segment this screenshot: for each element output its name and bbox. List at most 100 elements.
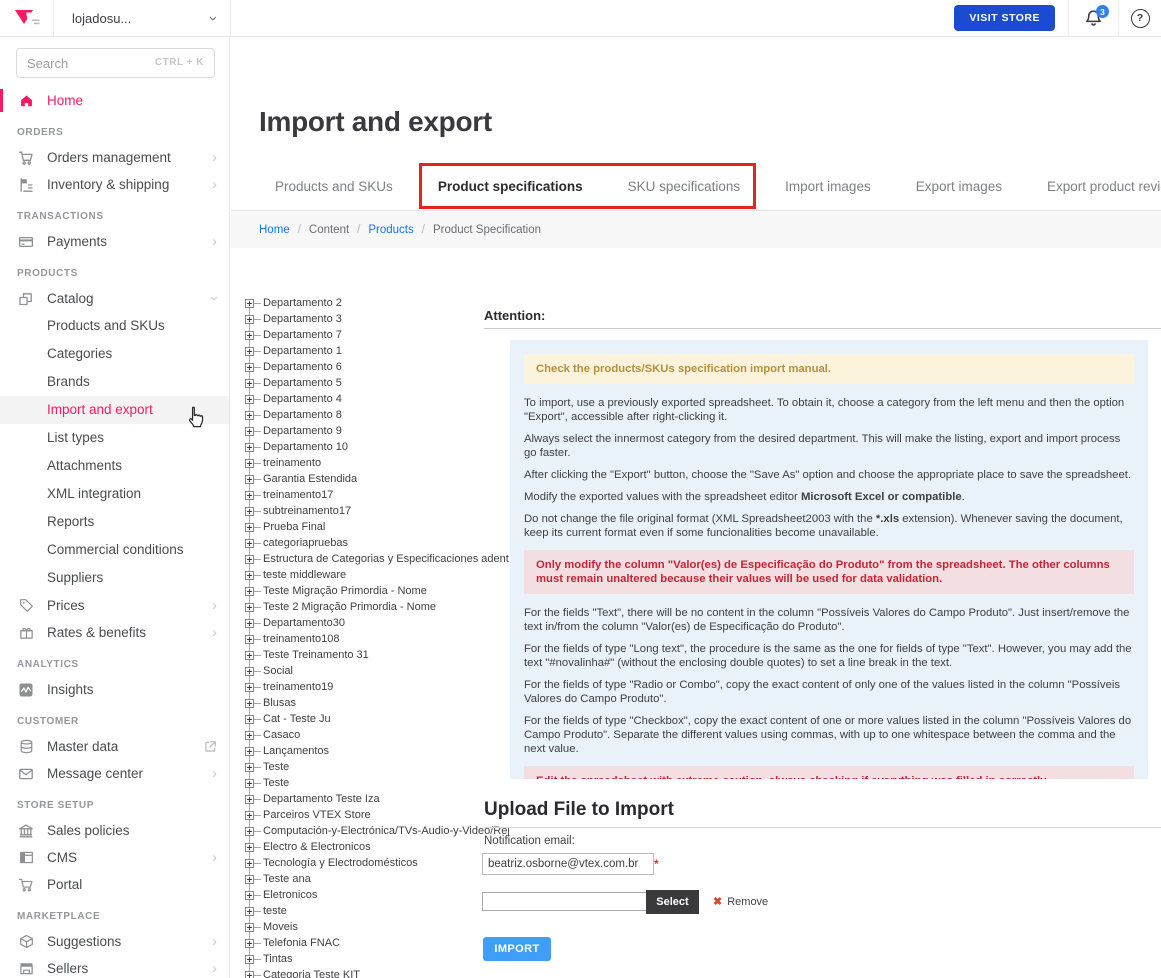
tree-node-label[interactable]: Tecnología y Electrodomésticos — [263, 857, 418, 869]
notification-email-input[interactable] — [482, 853, 654, 875]
expand-plus-icon[interactable] — [245, 571, 254, 580]
tree-node-label[interactable]: Departamento 9 — [263, 425, 342, 437]
tab-product-specifications[interactable]: Product specifications — [438, 179, 583, 194]
expand-plus-icon[interactable] — [245, 955, 254, 964]
tree-node-label[interactable]: Prueba Final — [263, 521, 325, 533]
expand-plus-icon[interactable] — [245, 347, 254, 356]
tree-node-label[interactable]: Departamento Teste Iza — [263, 793, 380, 805]
file-path-input[interactable] — [482, 892, 652, 911]
sidebar-item-cms[interactable]: CMS› — [0, 844, 229, 871]
sidebar-item-prices[interactable]: Prices› — [0, 592, 229, 619]
sidebar-item-rates-benefits[interactable]: Rates & benefits› — [0, 619, 229, 646]
expand-plus-icon[interactable] — [245, 603, 254, 612]
tree-node-label[interactable]: Teste — [263, 761, 289, 773]
tree-node-label[interactable]: Departamento 5 — [263, 377, 342, 389]
expand-plus-icon[interactable] — [245, 859, 254, 868]
expand-plus-icon[interactable] — [245, 715, 254, 724]
expand-plus-icon[interactable] — [245, 699, 254, 708]
tree-node-label[interactable]: treinamento17 — [263, 489, 333, 501]
tree-node-label[interactable]: Electro & Electronicos — [263, 841, 371, 853]
tree-node-label[interactable]: Cat - Teste Ju — [263, 713, 331, 725]
tree-node-label[interactable]: Departamento 7 — [263, 329, 342, 341]
tree-node-label[interactable]: Tintas — [263, 953, 293, 965]
expand-plus-icon[interactable] — [245, 763, 254, 772]
sidebar-item-products-and-skus[interactable]: Products and SKUs — [0, 312, 229, 340]
tree-node-label[interactable]: Departamento 4 — [263, 393, 342, 405]
store-selector[interactable]: lojadosu... › — [54, 0, 231, 36]
expand-plus-icon[interactable] — [245, 667, 254, 676]
tree-node-label[interactable]: treinamento108 — [263, 633, 339, 645]
tree-node-label[interactable]: Departamento 3 — [263, 313, 342, 325]
vtex-logo[interactable] — [0, 0, 54, 36]
sidebar-item-suppliers[interactable]: Suppliers — [0, 564, 229, 592]
expand-plus-icon[interactable] — [245, 875, 254, 884]
sidebar-item-import-and-export[interactable]: Import and export — [0, 396, 229, 424]
expand-plus-icon[interactable] — [245, 923, 254, 932]
help-button[interactable]: ? — [1119, 0, 1161, 36]
breadcrumb-products[interactable]: Products — [368, 224, 413, 236]
expand-plus-icon[interactable] — [245, 331, 254, 340]
tab-products-and-skus[interactable]: Products and SKUs — [275, 179, 393, 194]
import-button[interactable]: IMPORT — [483, 937, 551, 961]
tab-import-images[interactable]: Import images — [785, 179, 871, 194]
expand-plus-icon[interactable] — [245, 491, 254, 500]
tree-node-label[interactable]: Teste Treinamento 31 — [263, 649, 369, 661]
sidebar-item-sales-policies[interactable]: Sales policies — [0, 817, 229, 844]
breadcrumb-home[interactable]: Home — [259, 224, 290, 236]
expand-plus-icon[interactable] — [245, 475, 254, 484]
tree-node-label[interactable]: Casaco — [263, 729, 300, 741]
tree-node-label[interactable]: Departamento 1 — [263, 345, 342, 357]
tree-node-label[interactable]: Teste 2 Migração Primordia - Nome — [263, 601, 436, 613]
expand-plus-icon[interactable] — [245, 619, 254, 628]
sidebar-item-categories[interactable]: Categories — [0, 340, 229, 368]
sidebar-item-message-center[interactable]: Message center› — [0, 760, 229, 787]
remove-file-button[interactable]: ✖ Remove — [713, 895, 768, 908]
tree-node-label[interactable]: teste — [263, 905, 287, 917]
expand-plus-icon[interactable] — [245, 315, 254, 324]
tab-sku-specifications[interactable]: SKU specifications — [628, 179, 741, 194]
expand-plus-icon[interactable] — [245, 523, 254, 532]
visit-store-button[interactable]: VISIT STORE — [954, 5, 1055, 31]
tree-node-label[interactable]: treinamento19 — [263, 681, 333, 693]
sidebar-item-catalog[interactable]: Catalog› — [0, 285, 229, 312]
expand-plus-icon[interactable] — [245, 587, 254, 596]
expand-plus-icon[interactable] — [245, 779, 254, 788]
expand-plus-icon[interactable] — [245, 811, 254, 820]
expand-plus-icon[interactable] — [245, 427, 254, 436]
tree-node-label[interactable]: Estructura de Categorias y Especificacio… — [263, 553, 509, 565]
sidebar-item-portal[interactable]: Portal — [0, 871, 229, 898]
select-file-button[interactable]: Select — [646, 890, 699, 914]
tree-node-label[interactable]: Categoria Teste KIT — [263, 969, 360, 978]
tree-node-label[interactable]: Departamento 6 — [263, 361, 342, 373]
notifications-button[interactable]: 3 — [1069, 0, 1118, 36]
sidebar-item-insights[interactable]: Insights — [0, 676, 229, 703]
expand-plus-icon[interactable] — [245, 907, 254, 916]
tree-node-label[interactable]: Teste Migração Primordia - Nome — [263, 585, 427, 597]
tab-export-images[interactable]: Export images — [916, 179, 1002, 194]
tree-node-label[interactable]: Eletronicos — [263, 889, 317, 901]
sidebar-item-inventory-shipping[interactable]: Inventory & shipping› — [0, 171, 229, 198]
expand-plus-icon[interactable] — [245, 747, 254, 756]
tree-node-label[interactable]: Computación-y-Electrónica/TVs-Audio-y-Vi… — [263, 825, 509, 837]
expand-plus-icon[interactable] — [245, 507, 254, 516]
tree-node-label[interactable]: Departamento 2 — [263, 297, 342, 309]
expand-plus-icon[interactable] — [245, 731, 254, 740]
sidebar-item-payments[interactable]: Payments› — [0, 228, 229, 255]
tree-node-label[interactable]: Departamento 8 — [263, 409, 342, 421]
tree-node-label[interactable]: Parceiros VTEX Store — [263, 809, 371, 821]
tree-node-label[interactable]: Departamento30 — [263, 617, 345, 629]
expand-plus-icon[interactable] — [245, 395, 254, 404]
expand-plus-icon[interactable] — [245, 443, 254, 452]
expand-plus-icon[interactable] — [245, 795, 254, 804]
sidebar-item-xml-integration[interactable]: XML integration — [0, 480, 229, 508]
tab-export-product-reviews[interactable]: Export product reviews — [1047, 179, 1161, 194]
tree-node-label[interactable]: treinamento — [263, 457, 321, 469]
tree-node-label[interactable]: Blusas — [263, 697, 296, 709]
tree-node-label[interactable]: Telefonia FNAC — [263, 937, 340, 949]
tree-node-label[interactable]: Departamento 10 — [263, 441, 348, 453]
expand-plus-icon[interactable] — [245, 683, 254, 692]
sidebar-item-list-types[interactable]: List types — [0, 424, 229, 452]
sidebar-item-attachments[interactable]: Attachments — [0, 452, 229, 480]
expand-plus-icon[interactable] — [245, 459, 254, 468]
expand-plus-icon[interactable] — [245, 555, 254, 564]
